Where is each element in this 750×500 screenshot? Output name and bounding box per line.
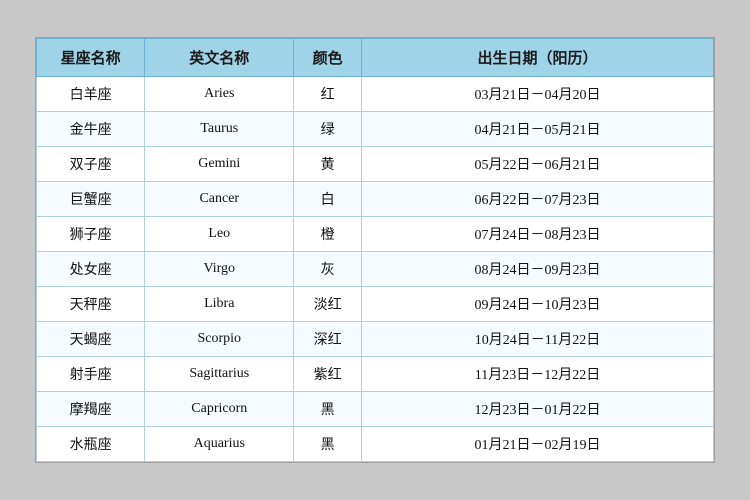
cell-date: 08月24日－09月23日: [361, 252, 713, 287]
cell-english: Sagittarius: [145, 357, 294, 392]
cell-chinese: 射手座: [37, 357, 145, 392]
header-chinese: 星座名称: [37, 39, 145, 77]
table-row: 摩羯座Capricorn黑12月23日－01月22日: [37, 392, 714, 427]
header-color: 颜色: [294, 39, 362, 77]
table-row: 射手座Sagittarius紫红11月23日－12月22日: [37, 357, 714, 392]
cell-chinese: 摩羯座: [37, 392, 145, 427]
table-row: 金牛座Taurus绿04月21日－05月21日: [37, 112, 714, 147]
cell-english: Virgo: [145, 252, 294, 287]
table-body: 白羊座Aries红03月21日－04月20日金牛座Taurus绿04月21日－0…: [37, 77, 714, 462]
cell-date: 01月21日－02月19日: [361, 427, 713, 462]
cell-chinese: 狮子座: [37, 217, 145, 252]
cell-english: Aquarius: [145, 427, 294, 462]
table-row: 天蝎座Scorpio深红10月24日－11月22日: [37, 322, 714, 357]
cell-english: Taurus: [145, 112, 294, 147]
cell-date: 10月24日－11月22日: [361, 322, 713, 357]
cell-color: 红: [294, 77, 362, 112]
table-row: 白羊座Aries红03月21日－04月20日: [37, 77, 714, 112]
header-english: 英文名称: [145, 39, 294, 77]
cell-color: 紫红: [294, 357, 362, 392]
zodiac-table: 星座名称 英文名称 颜色 出生日期（阳历） 白羊座Aries红03月21日－04…: [36, 38, 714, 462]
cell-date: 09月24日－10月23日: [361, 287, 713, 322]
cell-date: 03月21日－04月20日: [361, 77, 713, 112]
cell-english: Cancer: [145, 182, 294, 217]
cell-date: 11月23日－12月22日: [361, 357, 713, 392]
cell-english: Capricorn: [145, 392, 294, 427]
table-row: 双子座Gemini黄05月22日－06月21日: [37, 147, 714, 182]
cell-color: 绿: [294, 112, 362, 147]
cell-chinese: 水瓶座: [37, 427, 145, 462]
cell-date: 07月24日－08月23日: [361, 217, 713, 252]
cell-chinese: 处女座: [37, 252, 145, 287]
cell-chinese: 巨蟹座: [37, 182, 145, 217]
cell-date: 06月22日－07月23日: [361, 182, 713, 217]
cell-color: 橙: [294, 217, 362, 252]
cell-date: 12月23日－01月22日: [361, 392, 713, 427]
table-row: 巨蟹座Cancer白06月22日－07月23日: [37, 182, 714, 217]
table-row: 处女座Virgo灰08月24日－09月23日: [37, 252, 714, 287]
header-date: 出生日期（阳历）: [361, 39, 713, 77]
cell-date: 05月22日－06月21日: [361, 147, 713, 182]
cell-color: 黑: [294, 427, 362, 462]
cell-color: 深红: [294, 322, 362, 357]
cell-english: Gemini: [145, 147, 294, 182]
table-row: 水瓶座Aquarius黑01月21日－02月19日: [37, 427, 714, 462]
cell-chinese: 白羊座: [37, 77, 145, 112]
cell-color: 黑: [294, 392, 362, 427]
cell-chinese: 天蝎座: [37, 322, 145, 357]
table-header-row: 星座名称 英文名称 颜色 出生日期（阳历）: [37, 39, 714, 77]
cell-color: 淡红: [294, 287, 362, 322]
zodiac-table-container: 星座名称 英文名称 颜色 出生日期（阳历） 白羊座Aries红03月21日－04…: [35, 37, 715, 463]
cell-chinese: 双子座: [37, 147, 145, 182]
table-row: 狮子座Leo橙07月24日－08月23日: [37, 217, 714, 252]
cell-chinese: 天秤座: [37, 287, 145, 322]
cell-english: Scorpio: [145, 322, 294, 357]
cell-english: Leo: [145, 217, 294, 252]
cell-color: 灰: [294, 252, 362, 287]
cell-english: Libra: [145, 287, 294, 322]
cell-date: 04月21日－05月21日: [361, 112, 713, 147]
table-row: 天秤座Libra淡红09月24日－10月23日: [37, 287, 714, 322]
cell-color: 白: [294, 182, 362, 217]
cell-color: 黄: [294, 147, 362, 182]
cell-english: Aries: [145, 77, 294, 112]
cell-chinese: 金牛座: [37, 112, 145, 147]
